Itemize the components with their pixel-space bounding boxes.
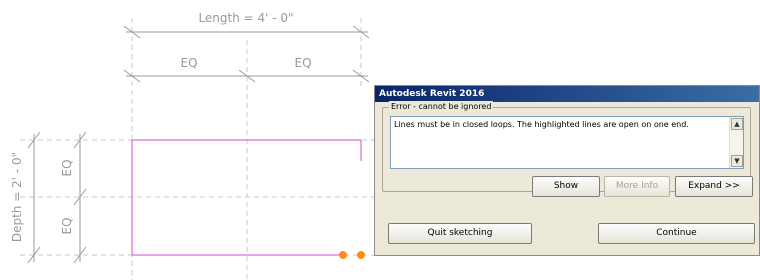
open-end-grip[interactable] — [339, 251, 347, 259]
eq-label[interactable]: EQ — [60, 159, 74, 176]
depth-label[interactable]: Depth = 2' - 0" — [10, 152, 24, 242]
eq-label[interactable]: EQ — [294, 56, 311, 70]
eq-label[interactable]: EQ — [180, 56, 197, 70]
dialog-title[interactable]: Autodesk Revit 2016 — [375, 86, 759, 102]
scroll-up-icon[interactable]: ▲ — [731, 118, 743, 130]
error-message: Lines must be in closed loops. The highl… — [394, 120, 689, 129]
open-end-grip[interactable] — [357, 251, 365, 259]
expand-button[interactable]: Expand >> — [675, 176, 753, 197]
length-label[interactable]: Length = 4' - 0" — [198, 11, 293, 25]
message-scrollbar[interactable]: ▲ ▼ — [729, 117, 743, 168]
continue-button[interactable]: Continue — [598, 223, 755, 244]
more-info-button[interactable]: More Info — [604, 176, 670, 197]
error-dialog: Autodesk Revit 2016 Error - cannot be ig… — [374, 85, 760, 256]
show-button[interactable]: Show — [532, 176, 600, 197]
scroll-down-icon[interactable]: ▼ — [731, 155, 743, 167]
dimension-lines — [27, 25, 370, 264]
error-message-box[interactable]: Lines must be in closed loops. The highl… — [390, 116, 744, 169]
quit-sketching-button[interactable]: Quit sketching — [388, 223, 532, 244]
eq-label[interactable]: EQ — [60, 217, 74, 234]
error-group-label: Error - cannot be ignored — [389, 101, 494, 113]
